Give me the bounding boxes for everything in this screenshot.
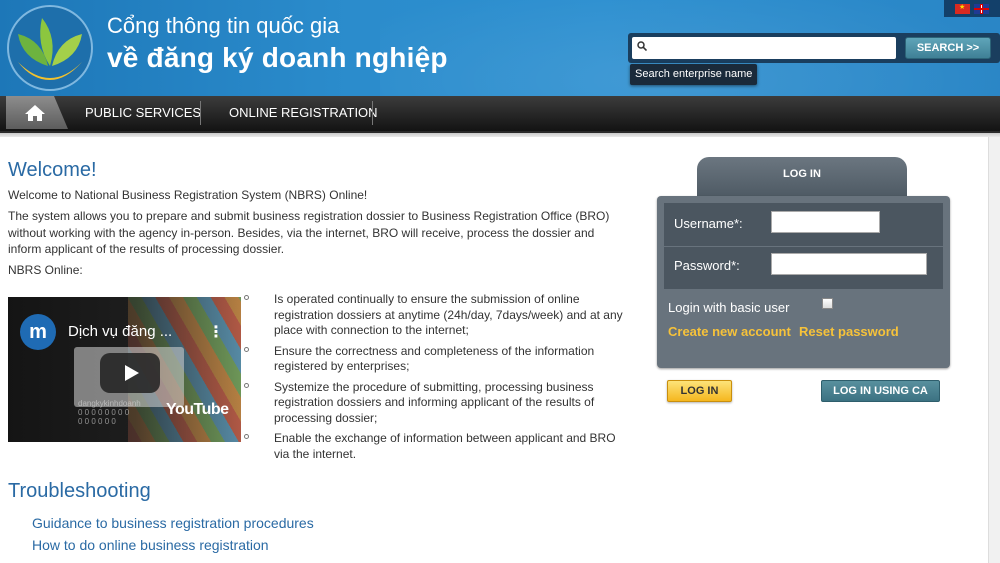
site-title-line1: Cổng thông tin quốc gia bbox=[107, 13, 340, 38]
welcome-heading: Welcome! bbox=[8, 159, 97, 181]
list-item: Systemize the procedure of submitting, p… bbox=[244, 380, 624, 427]
login-button[interactable]: LOG IN bbox=[667, 380, 732, 402]
nav-shadow bbox=[0, 133, 1000, 137]
list-item-text: Systemize the procedure of submitting, p… bbox=[274, 379, 595, 425]
youtube-logo[interactable]: YouTube bbox=[166, 401, 229, 419]
main-nav: PUBLIC SERVICES ONLINE REGISTRATION bbox=[0, 96, 1000, 133]
login-ca-button[interactable]: LOG IN USING CA bbox=[821, 380, 940, 402]
home-icon bbox=[25, 105, 45, 121]
search-input[interactable] bbox=[652, 39, 890, 57]
search-field bbox=[632, 37, 896, 59]
search-tooltip: Search enterprise name bbox=[630, 64, 758, 85]
video-title[interactable]: Dịch vụ đăng ... bbox=[68, 323, 172, 340]
search-button[interactable]: SEARCH >> bbox=[905, 37, 991, 59]
play-button-icon[interactable] bbox=[100, 353, 160, 393]
welcome-intro: Welcome to National Business Registratio… bbox=[8, 188, 368, 202]
login-tab: LOG IN bbox=[697, 157, 907, 197]
list-item: Enable the exchange of information betwe… bbox=[244, 431, 624, 462]
nav-divider bbox=[372, 101, 373, 125]
logo-icon[interactable] bbox=[6, 4, 94, 92]
bullet-icon bbox=[244, 382, 249, 388]
bullet-icon bbox=[244, 434, 249, 439]
username-field[interactable] bbox=[771, 211, 880, 233]
home-button[interactable] bbox=[6, 96, 68, 129]
list-item-text: Enable the exchange of information betwe… bbox=[274, 431, 616, 461]
create-account-link[interactable]: Create new account bbox=[668, 324, 791, 339]
reset-password-link[interactable]: Reset password bbox=[799, 324, 899, 339]
search-icon bbox=[637, 41, 647, 51]
bullet-icon bbox=[244, 346, 249, 352]
nav-public-services[interactable]: PUBLIC SERVICES bbox=[85, 96, 201, 129]
nbrs-online-label: NBRS Online: bbox=[8, 263, 83, 277]
more-options-icon[interactable]: ⋮ bbox=[208, 322, 224, 342]
nav-online-registration[interactable]: ONLINE REGISTRATION bbox=[229, 96, 378, 129]
nav-divider bbox=[200, 101, 201, 125]
username-label: Username*: bbox=[674, 216, 743, 231]
basic-user-label: Login with basic user bbox=[668, 300, 790, 315]
features-list: Is operated continually to ensure the su… bbox=[244, 292, 624, 462]
troubleshooting-heading: Troubleshooting bbox=[8, 480, 151, 502]
list-item: Ensure the correctness and completeness … bbox=[244, 344, 624, 375]
password-field[interactable] bbox=[771, 253, 927, 275]
list-item-text: Ensure the correctness and completeness … bbox=[274, 343, 595, 374]
site-title-line2: về đăng ký doanh nghiệp bbox=[107, 42, 448, 73]
english-flag-icon[interactable] bbox=[974, 3, 989, 14]
guidance-link[interactable]: Guidance to business registration proced… bbox=[32, 515, 314, 531]
how-to-link[interactable]: How to do online business registration bbox=[32, 537, 269, 553]
vietnamese-flag-icon[interactable] bbox=[955, 3, 970, 14]
basic-user-checkbox[interactable] bbox=[822, 298, 833, 309]
site-title: Cổng thông tin quốc gia về đăng ký doanh… bbox=[107, 12, 448, 76]
video-thumbnail-text: dangkykinhdoanh 0 0 0 0 0 0 0 00 0 0 0 0 … bbox=[78, 399, 141, 426]
list-item-text: Is operated continually to ensure the su… bbox=[274, 292, 623, 337]
channel-avatar[interactable]: m bbox=[20, 314, 56, 350]
welcome-description: The system allows you to prepare and sub… bbox=[8, 209, 610, 256]
language-switcher bbox=[944, 0, 1000, 17]
youtube-video[interactable]: dangkykinhdoanh 0 0 0 0 0 0 0 00 0 0 0 0 … bbox=[8, 297, 241, 442]
list-item: Is operated continually to ensure the su… bbox=[244, 292, 624, 339]
password-label: Password*: bbox=[674, 258, 740, 273]
bullet-icon bbox=[244, 295, 249, 300]
scrollbar[interactable] bbox=[988, 137, 1000, 563]
